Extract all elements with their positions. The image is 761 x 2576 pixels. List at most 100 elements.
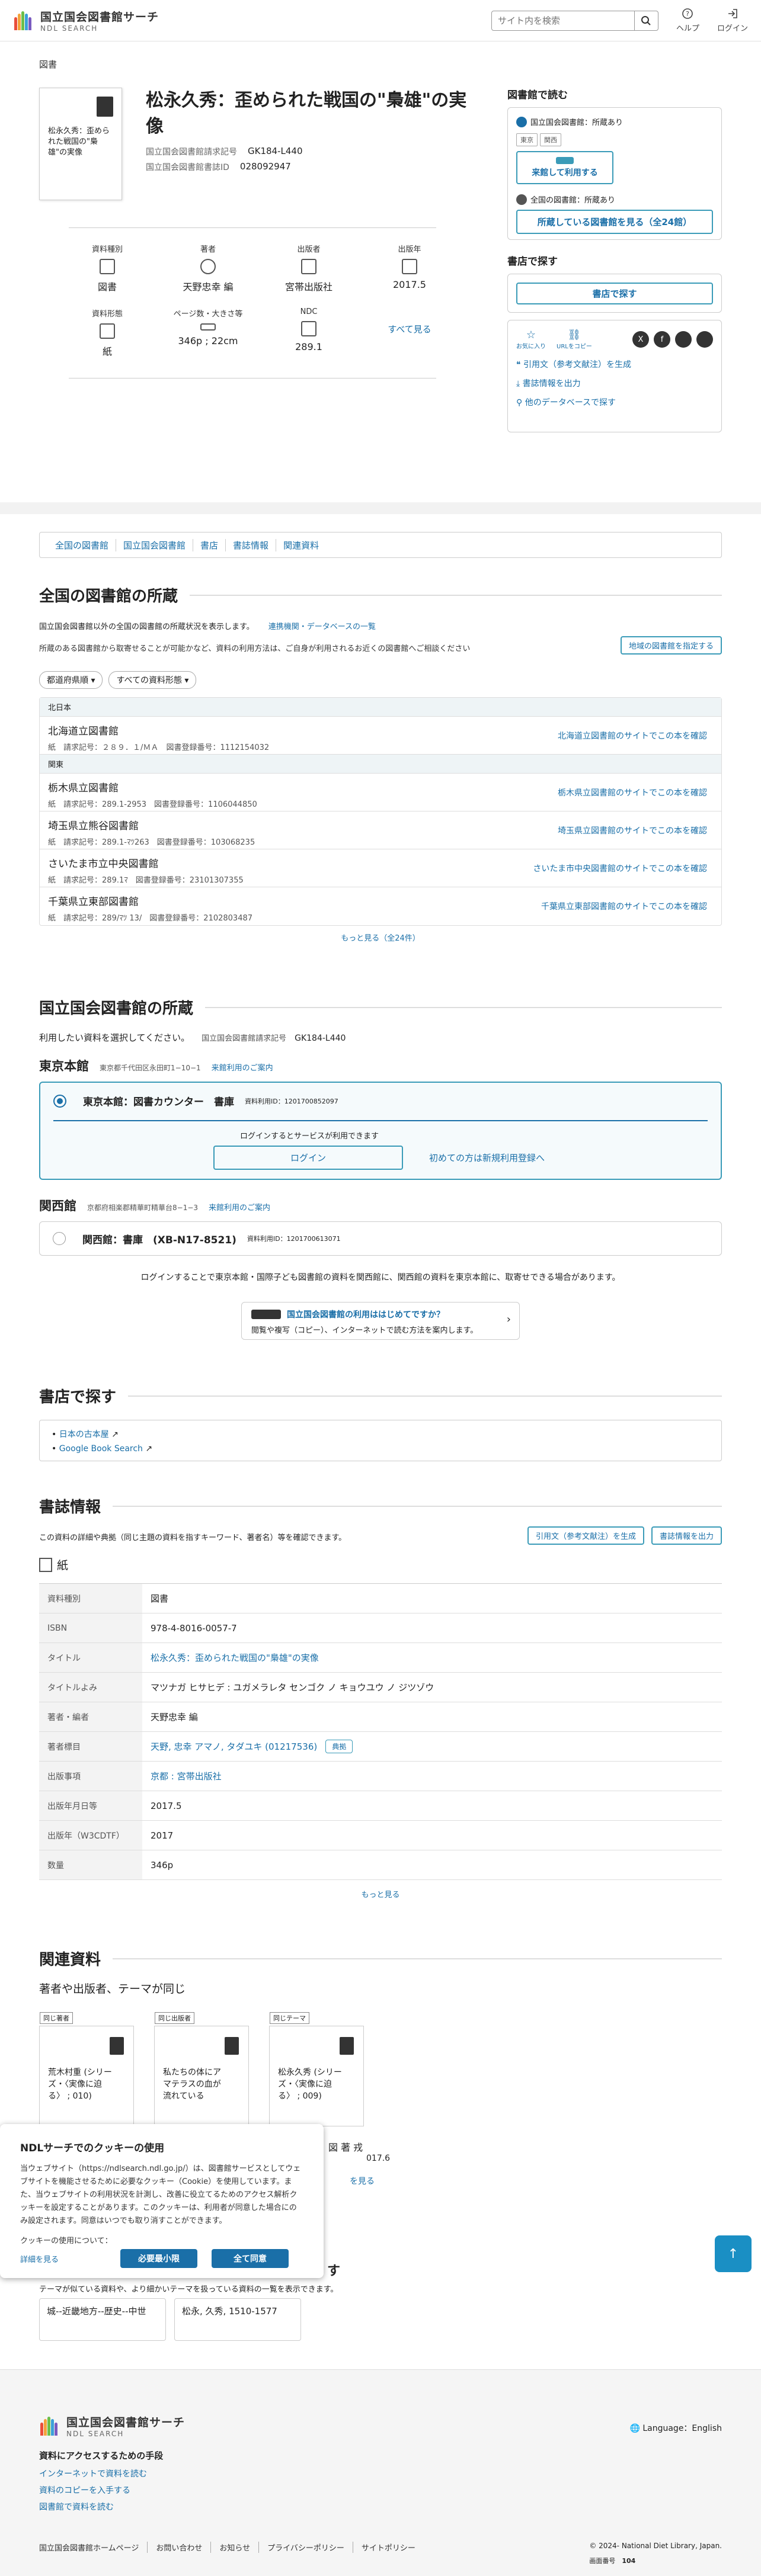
table-row: 著者標目 天野, 忠幸 アマノ, タダユキ (01217536) 典拠: [39, 1732, 722, 1762]
facet-item[interactable]: NDC 289.1: [258, 307, 359, 358]
page-no: 104: [622, 2557, 636, 2565]
theme-card[interactable]: 松永, 久秀, 1510-1577: [174, 2298, 301, 2341]
ndl-holding-label: 国立国会図書館：所蔵あり: [530, 118, 623, 127]
facet-item[interactable]: 出版者 宮帯出版社: [258, 243, 359, 293]
footer-nav-link[interactable]: お問い合わせ: [148, 2542, 212, 2553]
related-item[interactable]: 同じテーマ 松永久秀 (シリーズ・〈実像に迫る〉 ; 009): [269, 2012, 364, 2126]
footer-link[interactable]: 資料のコピーを入手する: [39, 2486, 130, 2495]
bibid-label: 国立国会図書館書誌ID: [146, 163, 229, 172]
search-icon: [641, 15, 651, 25]
footer-nav-link[interactable]: プライバシーポリシー: [259, 2542, 353, 2553]
facet-item[interactable]: 著者 天野忠幸 編: [158, 243, 258, 293]
cite-link[interactable]: ❝ 引用文（参考文献注）を生成: [516, 358, 713, 370]
show-more-link[interactable]: もっと見る（全24件）: [341, 934, 420, 943]
favorite-button[interactable]: ☆ お気に入り: [516, 329, 546, 350]
facet-item[interactable]: 出版年 2017.5: [359, 243, 460, 293]
item-radio[interactable]: [53, 1232, 66, 1245]
google-books-link[interactable]: Google Book Search: [59, 1444, 143, 1454]
tab-related[interactable]: 関連資料: [276, 539, 326, 551]
table-row: 著者・編者 天野忠幸 編: [39, 1702, 722, 1732]
other-db-link[interactable]: ⚲ 他のデータベースで探す: [516, 396, 713, 408]
region-button[interactable]: 地域の図書館を指定する: [620, 636, 722, 655]
book-icon: [110, 2037, 124, 2055]
library-link[interactable]: 北海道立図書館のサイトでこの本を確認: [558, 730, 707, 742]
library-link[interactable]: 栃木県立図書館のサイトでこの本を確認: [558, 787, 707, 798]
book-icon: [340, 2037, 354, 2055]
facebook-share-icon[interactable]: f: [654, 331, 670, 348]
svg-text:?: ?: [686, 10, 690, 18]
site-logo[interactable]: 国立国会図書館サーチ NDL SEARCH: [13, 8, 159, 33]
ndl-logo-icon: [39, 2415, 60, 2437]
building-icon: [301, 259, 316, 274]
library-link[interactable]: 埼玉県立図書館のサイトでこの本を確認: [558, 825, 707, 836]
footer-nav-link[interactable]: お知らせ: [211, 2542, 260, 2553]
authority-button[interactable]: 典拠: [325, 1740, 353, 1753]
search-input[interactable]: [491, 11, 634, 30]
tab-ndl[interactable]: 国立国会図書館: [116, 538, 194, 551]
biblio-desc: この資料の詳細や典拠（同じ主題の資料を指すキーワード、著者名）等を確認できます。: [39, 1534, 347, 1542]
cookie-accept-button[interactable]: 全て同意: [212, 2249, 289, 2268]
cn-value: GK184-L440: [295, 1034, 346, 1043]
table-row: 北海道立図書館紙 請求記号：２８９．１/ＭＡ 図書登録番号：1112154032…: [40, 717, 721, 755]
table-row: 栃木県立図書館紙 請求記号：289.1-2953 図書登録番号：11060448…: [40, 774, 721, 811]
table-row: ISBN 978-4-8016-0057-7: [39, 1613, 722, 1643]
format-dropdown[interactable]: すべての資料形態 ▾: [108, 671, 197, 689]
biblio-more-link[interactable]: もっと見る: [361, 1891, 399, 1900]
access-sidebar: 図書館で読む 国立国会図書館：所蔵あり 東京 関西 来館して利用する 全国の図書館…: [507, 86, 722, 432]
libraries-button[interactable]: 所蔵している図書館を見る（全24館）: [516, 210, 713, 234]
back-to-top-button[interactable]: ↑: [715, 2235, 752, 2272]
footer-link[interactable]: 図書館で資料を読む: [39, 2503, 114, 2512]
facet-item[interactable]: 資料種別 図書: [57, 243, 158, 293]
sort-dropdown[interactable]: 都道府県順 ▾: [39, 671, 103, 689]
library-link[interactable]: 千葉県立東部図書館のサイトでこの本を確認: [541, 900, 707, 912]
tab-shop[interactable]: 書店: [193, 538, 226, 551]
brand-name: 国立国会図書館サーチ: [40, 11, 159, 24]
mail-share-icon[interactable]: [696, 331, 713, 348]
facet-item[interactable]: 資料形態紙: [57, 307, 158, 358]
theme-card[interactable]: 城--近畿地方--歴史--中世: [39, 2298, 166, 2341]
visit-button[interactable]: 来館して利用する: [516, 151, 613, 184]
facet-item[interactable]: ページ数・大きさ等 346p ; 22cm: [158, 307, 258, 358]
kansai-guide-link[interactable]: 来館利用のご案内: [209, 1201, 270, 1212]
footer-logo[interactable]: 国立国会図書館サーチ NDL SEARCH: [39, 2414, 185, 2438]
cookie-more-link[interactable]: 詳細を見る: [20, 2253, 59, 2264]
first-time-banner[interactable]: 国立国会図書館の利用ははじめてですか？ 閲覧や複写（コピー）、インターネットで読…: [241, 1302, 520, 1340]
breadcrumb-item[interactable]: 図書: [39, 59, 57, 70]
text-fragment[interactable]: を見る: [350, 2175, 375, 2187]
item-radio[interactable]: [53, 1094, 66, 1108]
cookie-question: クッキーの使用について：: [20, 2237, 113, 2245]
language-link[interactable]: 🌐 Language：English: [629, 2422, 722, 2434]
library-link[interactable]: さいたま市中央図書館のサイトでこの本を確認: [533, 862, 707, 874]
see-all-link[interactable]: すべて見る: [359, 307, 460, 358]
all-holding-label: 全国の図書館：所蔵あり: [530, 196, 616, 205]
shop-button[interactable]: 書店で探す: [516, 283, 713, 304]
cookie-minimal-button[interactable]: 必要最小限: [120, 2249, 198, 2268]
export-button[interactable]: 書誌情報を出力: [651, 1526, 722, 1545]
login-label: ログイン: [717, 24, 748, 33]
ndl-login-button[interactable]: ログイン: [213, 1146, 403, 1170]
footer-nav-link[interactable]: サイトポリシー: [353, 2542, 424, 2553]
copy-url-button[interactable]: ⛓ URLをコピー: [557, 329, 592, 350]
footer-link[interactable]: インターネットで資料を読む: [39, 2469, 147, 2479]
related-item[interactable]: 同じ著者 荒木村重 (シリーズ・〈実像に迫る〉 ; 010): [39, 2012, 134, 2126]
register-link[interactable]: 初めての方は新規利用登録へ: [429, 1151, 545, 1164]
guide-icon: [251, 1310, 281, 1319]
login-button[interactable]: ログイン: [717, 8, 748, 33]
help-button[interactable]: ? ヘルプ: [676, 8, 699, 33]
tab-national[interactable]: 全国の図書館: [48, 538, 117, 551]
tab-biblio[interactable]: 書誌情報: [226, 538, 277, 551]
footer-nav-link[interactable]: 国立国会図書館ホームページ: [39, 2542, 148, 2553]
x-share-icon[interactable]: X: [632, 331, 649, 348]
kosho-link[interactable]: 日本の古本屋: [59, 1430, 109, 1439]
cite-button[interactable]: 引用文（参考文献注）を生成: [527, 1526, 644, 1545]
kansai-item-id: 資料利用ID：1201700613071: [247, 1235, 341, 1243]
related-item[interactable]: 同じ出版者 私たちの体にアマテラスの血が流れている: [154, 2012, 249, 2126]
paper-icon: [100, 323, 115, 339]
cookie-text: 当ウェブサイト（https://ndlsearch.ndl.go.jp/）は、図…: [20, 2164, 301, 2225]
partners-link[interactable]: 連携機関・データベースの一覧: [268, 623, 376, 631]
national-desc: 国立国会図書館以外の全国の図書館の所蔵状況を表示します。: [39, 623, 254, 631]
export-link[interactable]: ⤓ 書誌情報を出力: [516, 377, 713, 389]
search-button[interactable]: [634, 11, 658, 30]
tokyo-guide-link[interactable]: 来館利用のご案内: [212, 1061, 273, 1073]
line-share-icon[interactable]: [675, 331, 692, 348]
